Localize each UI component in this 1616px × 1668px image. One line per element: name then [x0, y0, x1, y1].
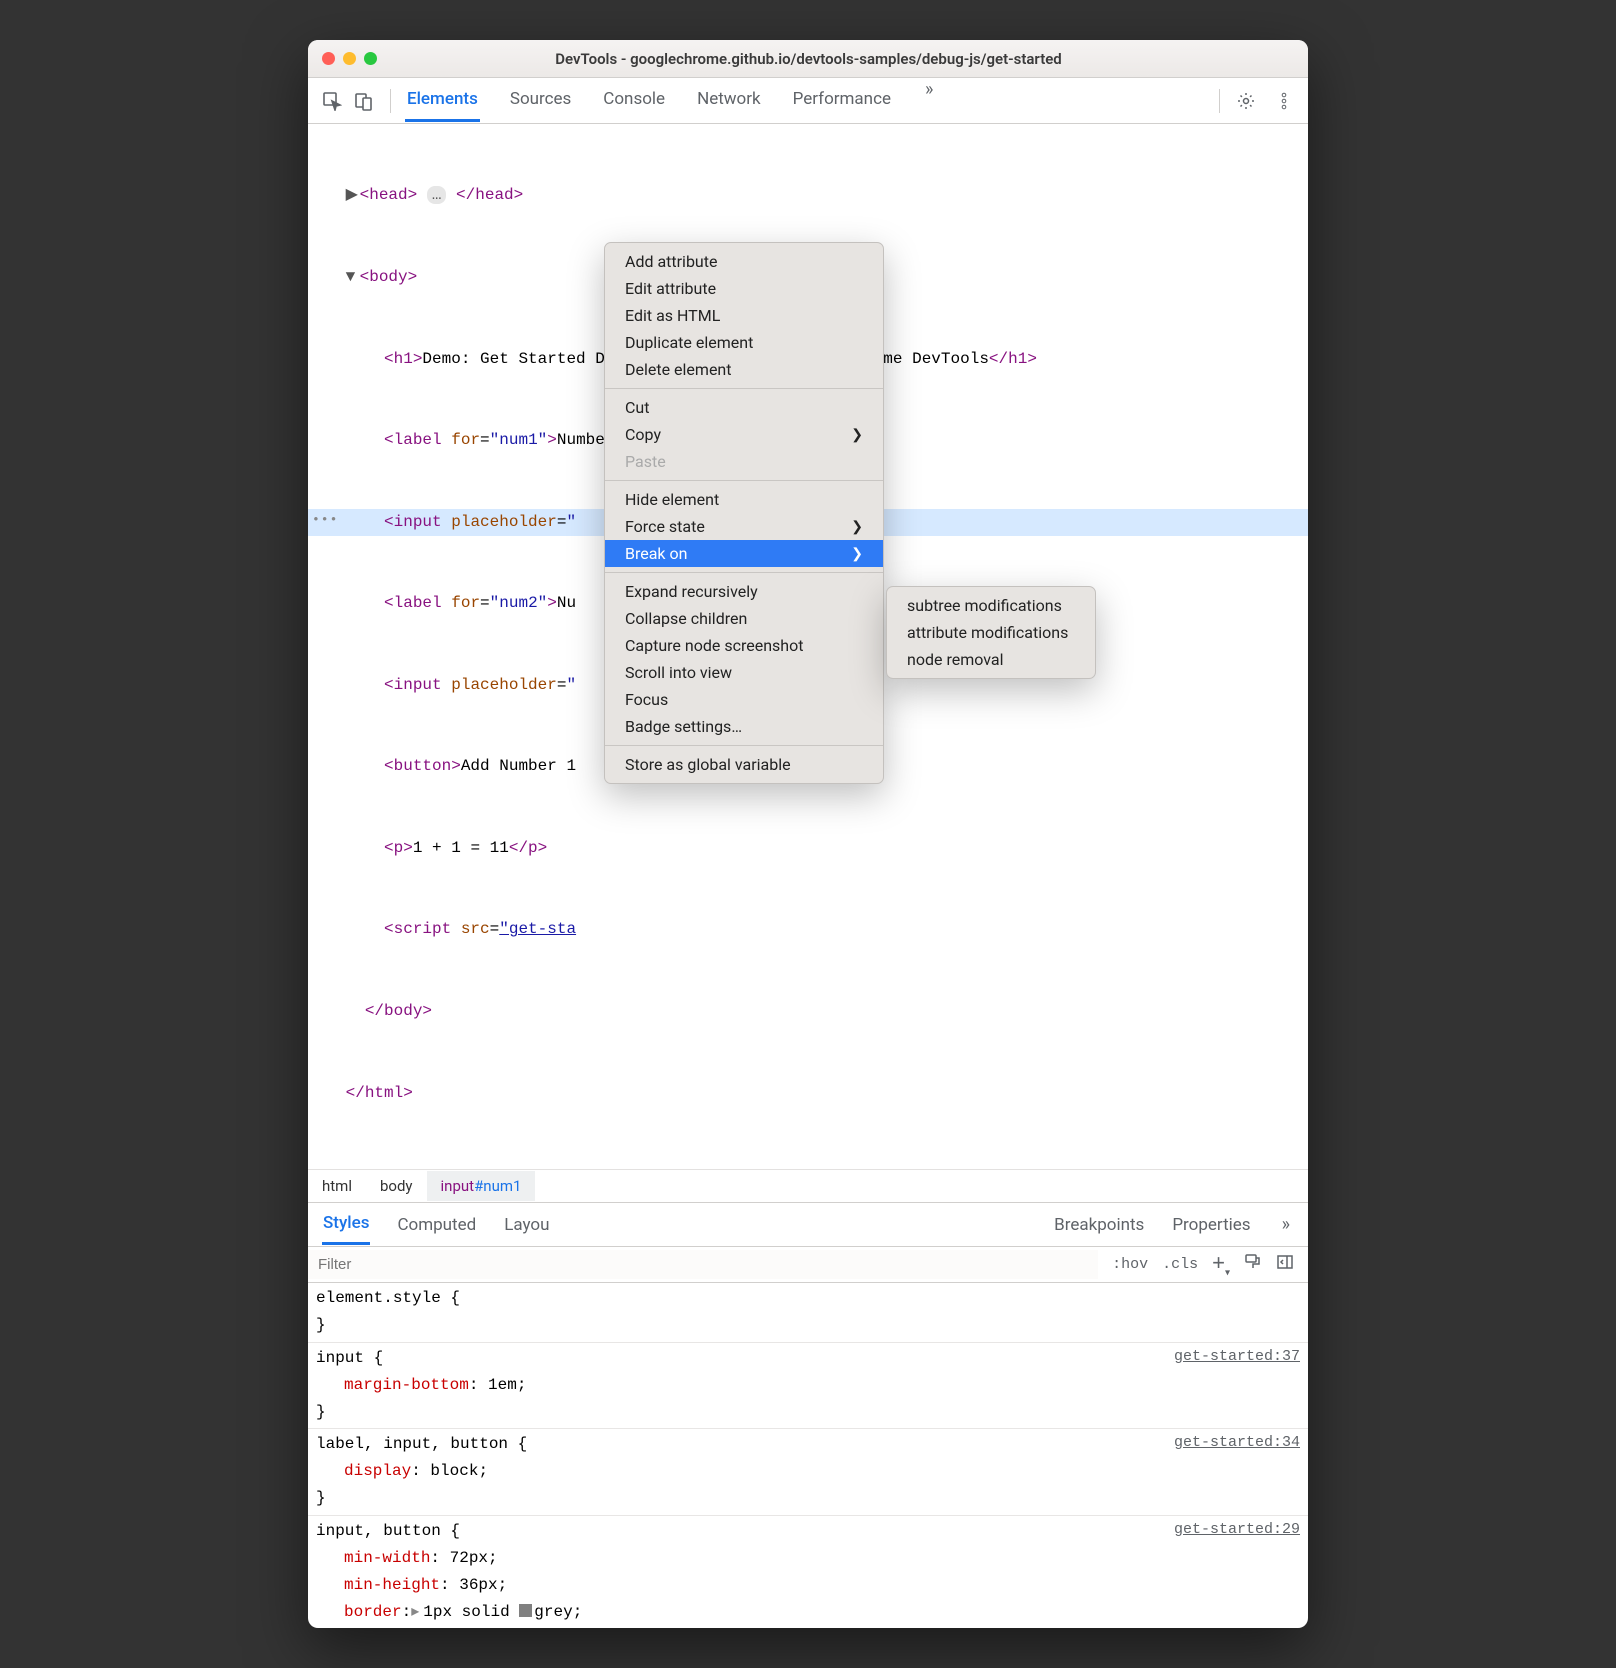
crumb-html[interactable]: html — [308, 1171, 366, 1201]
styles-tabs: Styles Computed Layou Breakpoints Proper… — [308, 1203, 1308, 1247]
crumb-body[interactable]: body — [366, 1171, 427, 1201]
cls-toggle[interactable]: .cls — [1162, 1256, 1198, 1273]
stab-breakpoints[interactable]: Breakpoints — [1053, 1206, 1145, 1244]
rule-element-style[interactable]: element.style { } — [308, 1283, 1308, 1342]
ctx-edit-attribute[interactable]: Edit attribute — [605, 275, 883, 302]
subctx-subtree[interactable]: subtree modifications — [887, 592, 1095, 619]
styles-filter-input[interactable] — [308, 1250, 1098, 1279]
source-link[interactable]: get-started:29 — [1174, 1517, 1300, 1543]
ctx-hide[interactable]: Hide element — [605, 486, 883, 513]
styles-filter-tools: :hov .cls +▾ — [1098, 1250, 1308, 1278]
ctx-delete[interactable]: Delete element — [605, 356, 883, 383]
tab-console[interactable]: Console — [601, 79, 667, 122]
tab-network[interactable]: Network — [695, 79, 763, 122]
tab-sources[interactable]: Sources — [508, 79, 573, 122]
ctx-scroll[interactable]: Scroll into view — [605, 659, 883, 686]
new-style-icon[interactable]: +▾ — [1212, 1250, 1230, 1278]
dom-node-p[interactable]: <p>1 + 1 = 11</p> — [308, 835, 1308, 862]
ctx-copy[interactable]: Copy❯ — [605, 421, 883, 448]
rule-label-input-button[interactable]: get-started:34 label, input, button { di… — [308, 1429, 1308, 1516]
css-property[interactable]: border:▸1px solid grey; — [316, 1599, 1300, 1626]
ctx-separator — [605, 388, 883, 389]
ctx-force-state[interactable]: Force state❯ — [605, 513, 883, 540]
ctx-cut[interactable]: Cut — [605, 394, 883, 421]
rule-input[interactable]: get-started:37 input { margin-bottom: 1e… — [308, 1343, 1308, 1430]
css-property[interactable]: min-height: 36px; — [316, 1572, 1300, 1599]
ctx-edit-as-html[interactable]: Edit as HTML — [605, 302, 883, 329]
chevron-right-icon: ❯ — [851, 519, 863, 535]
ctx-collapse[interactable]: Collapse children — [605, 605, 883, 632]
color-swatch-icon[interactable] — [519, 1604, 532, 1617]
source-link[interactable]: get-started:34 — [1174, 1430, 1300, 1456]
devtools-window: DevTools - googlechrome.github.io/devtoo… — [308, 40, 1308, 1628]
source-link[interactable]: get-started:37 — [1174, 1344, 1300, 1370]
tab-elements[interactable]: Elements — [405, 79, 480, 122]
subctx-node[interactable]: node removal — [887, 646, 1095, 673]
dom-node-head[interactable]: ▶<head> … </head> — [308, 182, 1308, 209]
ctx-store[interactable]: Store as global variable — [605, 751, 883, 778]
css-property[interactable]: margin-bottom: 1em; — [316, 1372, 1300, 1399]
tabs-more-icon[interactable]: » — [921, 79, 937, 122]
inspect-icon[interactable] — [320, 89, 344, 113]
ctx-add-attribute[interactable]: Add attribute — [605, 248, 883, 275]
ctx-capture[interactable]: Capture node screenshot — [605, 632, 883, 659]
ctx-expand[interactable]: Expand recursively — [605, 578, 883, 605]
ctx-paste: Paste — [605, 448, 883, 475]
dom-node-script[interactable]: <script src="get-sta — [308, 916, 1308, 943]
context-submenu-break-on: subtree modifications attribute modifica… — [886, 586, 1096, 679]
ctx-separator — [605, 572, 883, 573]
ctx-separator — [605, 745, 883, 746]
chevron-right-icon: ❯ — [851, 427, 863, 443]
panel-tabs: Elements Sources Console Network Perform… — [405, 79, 1205, 122]
ctx-duplicate[interactable]: Duplicate element — [605, 329, 883, 356]
context-menu: Add attribute Edit attribute Edit as HTM… — [604, 242, 884, 784]
ctx-badge[interactable]: Badge settings… — [605, 713, 883, 740]
dom-breadcrumb: html body input#num1 — [308, 1169, 1308, 1203]
dom-node-body-close[interactable]: </body> — [308, 998, 1308, 1025]
chevron-right-icon: ❯ — [851, 546, 863, 562]
styles-filter-row: :hov .cls +▾ — [308, 1247, 1308, 1283]
subctx-attribute[interactable]: attribute modifications — [887, 619, 1095, 646]
selection-handle-icon[interactable]: ••• — [312, 509, 338, 531]
sidebar-toggle-icon[interactable] — [1276, 1253, 1294, 1276]
kebab-icon[interactable] — [1272, 89, 1296, 113]
rule-input-button[interactable]: get-started:29 input, button { min-width… — [308, 1516, 1308, 1629]
window-title: DevTools - googlechrome.github.io/devtoo… — [323, 50, 1294, 68]
main-toolbar: Elements Sources Console Network Perform… — [308, 78, 1308, 124]
ctx-separator — [605, 480, 883, 481]
crumb-current[interactable]: input#num1 — [427, 1171, 536, 1201]
gear-icon[interactable] — [1234, 89, 1258, 113]
ctx-focus[interactable]: Focus — [605, 686, 883, 713]
toolbar-right — [1234, 89, 1296, 113]
tab-performance[interactable]: Performance — [791, 79, 893, 122]
stabs-more-icon[interactable]: » — [1278, 1214, 1294, 1235]
divider — [1219, 89, 1220, 113]
titlebar: DevTools - googlechrome.github.io/devtoo… — [308, 40, 1308, 78]
paint-icon[interactable] — [1244, 1253, 1262, 1276]
styles-panel[interactable]: element.style { } get-started:37 input {… — [308, 1283, 1308, 1628]
dom-node-html-close[interactable]: </html> — [308, 1080, 1308, 1107]
stab-styles[interactable]: Styles — [322, 1204, 370, 1245]
divider — [390, 89, 391, 113]
css-property[interactable]: min-width: 72px; — [316, 1545, 1300, 1572]
stab-properties[interactable]: Properties — [1171, 1206, 1251, 1244]
stab-layout[interactable]: Layou — [503, 1206, 550, 1244]
css-property[interactable]: display: block; — [316, 1458, 1300, 1485]
stab-computed[interactable]: Computed — [396, 1206, 477, 1244]
device-toggle-icon[interactable] — [352, 89, 376, 113]
ctx-break-on[interactable]: Break on❯ — [605, 540, 883, 567]
hov-toggle[interactable]: :hov — [1112, 1256, 1148, 1273]
